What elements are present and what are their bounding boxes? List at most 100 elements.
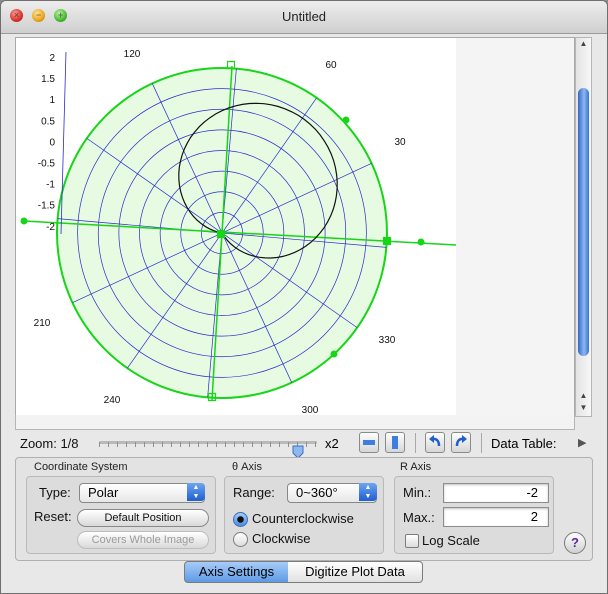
r-tick-label: -2	[46, 222, 55, 233]
counterclockwise-radio[interactable]	[233, 512, 248, 527]
tab-axis-settings[interactable]: Axis Settings	[184, 561, 289, 583]
scroll-thumb[interactable]	[578, 88, 589, 356]
stepper-arrows-icon: ▲ ▼	[359, 483, 377, 501]
help-button[interactable]: ?	[564, 532, 586, 554]
theta-range-value: 0~360°	[296, 485, 338, 500]
axis-control-point[interactable]	[330, 350, 338, 358]
type-label: Type:	[39, 485, 71, 500]
app-window: × − + Untitled 2 1.5 1 0.5 0 -0.5 -1 -1.5 -2 120 6…	[0, 0, 608, 594]
coordinate-system-title: Coordinate System	[34, 461, 128, 473]
theta-label: 30	[394, 137, 406, 148]
log-scale-checkbox[interactable]	[405, 534, 419, 548]
zoom-slider-tick	[135, 442, 136, 447]
min-label: Min.:	[403, 485, 432, 500]
zoom-slider-tick	[234, 442, 235, 447]
r-max-value: 2	[530, 509, 538, 524]
r-max-field[interactable]: 2	[443, 507, 549, 527]
zoom-slider-tick	[153, 442, 154, 447]
rotate-left-icon	[429, 435, 441, 447]
zoom-slider-tick	[207, 442, 208, 447]
zoom-slider-tick	[243, 442, 244, 447]
zoom-slider-tick	[99, 442, 100, 447]
theta-label: 330	[379, 335, 396, 346]
toolbar-divider	[481, 433, 482, 453]
log-scale-label: Log Scale	[422, 533, 480, 548]
zoom-slider-tick	[225, 442, 226, 447]
zoom-slider-tick	[288, 442, 289, 447]
r-max-handle[interactable]	[382, 236, 392, 246]
clockwise-label: Clockwise	[252, 531, 311, 546]
disclosure-triangle-icon[interactable]: ▶	[578, 436, 586, 449]
r-tick-label: 1	[49, 95, 55, 106]
covers-whole-image-button[interactable]: Covers Whole Image	[77, 531, 209, 549]
coordinate-type-select[interactable]: Polar ▲ ▼	[79, 483, 205, 503]
zoom-slider-tick	[306, 442, 307, 447]
r-tick-label: -0.5	[38, 159, 56, 170]
zoom-slider-tick	[117, 442, 118, 447]
counterclockwise-label: Counterclockwise	[252, 511, 354, 526]
r-axis-group: Min.: -2 Max.: 2 Log Scale	[394, 476, 554, 554]
zoom-slider-tick	[270, 442, 271, 447]
zoom-slider-tick	[144, 442, 145, 447]
horizontal-scrollbar[interactable]	[15, 415, 575, 430]
zoom-slider-tick	[189, 442, 190, 447]
zoom-slider-tick	[261, 442, 262, 447]
axis-control-point[interactable]	[417, 238, 425, 246]
window-title: Untitled	[281, 9, 327, 24]
default-position-button[interactable]: Default Position	[77, 509, 209, 527]
fit-height-button[interactable]	[385, 432, 405, 453]
r-axis-title: R Axis	[400, 461, 432, 473]
scroll-down-icon[interactable]: ▼	[576, 402, 591, 414]
zoom-max-label: x2	[325, 436, 339, 451]
reset-label: Reset:	[34, 509, 72, 524]
fit-height-icon	[392, 436, 398, 449]
zoom-slider-tick	[216, 442, 217, 447]
r-min-value: -2	[526, 485, 538, 500]
theta-label: 240	[104, 395, 121, 406]
theta-label: 60	[325, 60, 337, 71]
zoom-slider-tick	[162, 442, 163, 447]
zoom-slider-tick	[315, 442, 316, 447]
r-tick-label: 2	[49, 53, 55, 64]
center-handle[interactable]	[216, 229, 226, 239]
r-tick-label: 0	[49, 137, 55, 148]
coordinate-system-group: Type: Polar ▲ ▼ Reset: Default Position C…	[26, 476, 216, 554]
range-label: Range:	[233, 485, 275, 500]
zoom-toolbar: Zoom: 1/8 x2 Data Table: ▶	[1, 431, 607, 459]
image-margin	[456, 38, 574, 416]
rotate-right-button[interactable]	[451, 432, 471, 453]
settings-panel: Coordinate System Type: Polar ▲ ▼ Reset: …	[15, 457, 593, 561]
tab-digitize-plot-data[interactable]: Digitize Plot Data	[288, 561, 423, 583]
zoom-slider-tick	[180, 442, 181, 447]
theta-range-select[interactable]: 0~360° ▲ ▼	[287, 483, 377, 503]
zoom-slider-tick	[198, 442, 199, 447]
max-label: Max.:	[403, 510, 435, 525]
title-bar[interactable]: × − + Untitled	[1, 1, 607, 34]
plot-canvas[interactable]: 2 1.5 1 0.5 0 -0.5 -1 -1.5 -2 120 60 30 210 240 330 300	[15, 37, 575, 417]
zoom-slider-tick	[252, 442, 253, 447]
rotate-left-button[interactable]	[425, 432, 445, 453]
rotate-right-icon	[455, 435, 467, 447]
fit-width-button[interactable]	[359, 432, 379, 453]
zoom-slider-tick	[171, 442, 172, 447]
zoom-slider-tick	[279, 442, 280, 447]
axis-control-point[interactable]	[20, 217, 28, 225]
zoom-slider-tick	[126, 442, 127, 447]
r-tick-label: 1.5	[41, 74, 55, 85]
theta-axis-title: θ Axis	[232, 461, 262, 473]
r-min-field[interactable]: -2	[443, 483, 549, 503]
toolbar-divider	[415, 433, 416, 453]
stepper-arrows-icon: ▲ ▼	[187, 483, 205, 501]
theta-label: 120	[124, 49, 141, 60]
r-tick-label: -1.5	[38, 201, 56, 212]
zoom-slider[interactable]	[99, 441, 317, 459]
clockwise-radio[interactable]	[233, 532, 248, 547]
scroll-up-icon[interactable]: ▲	[576, 390, 591, 402]
fit-width-icon	[363, 440, 375, 445]
vertical-scrollbar[interactable]: ▲ ▲ ▼	[575, 37, 592, 417]
polar-plot[interactable]: 21.510.50-0.5-1-1.5-21206030210240330300	[16, 38, 574, 416]
scroll-up-icon[interactable]: ▲	[576, 38, 591, 50]
r-tick-label: 0.5	[41, 116, 55, 127]
zoom-slider-tick	[108, 442, 109, 447]
axis-control-point[interactable]	[342, 116, 350, 124]
